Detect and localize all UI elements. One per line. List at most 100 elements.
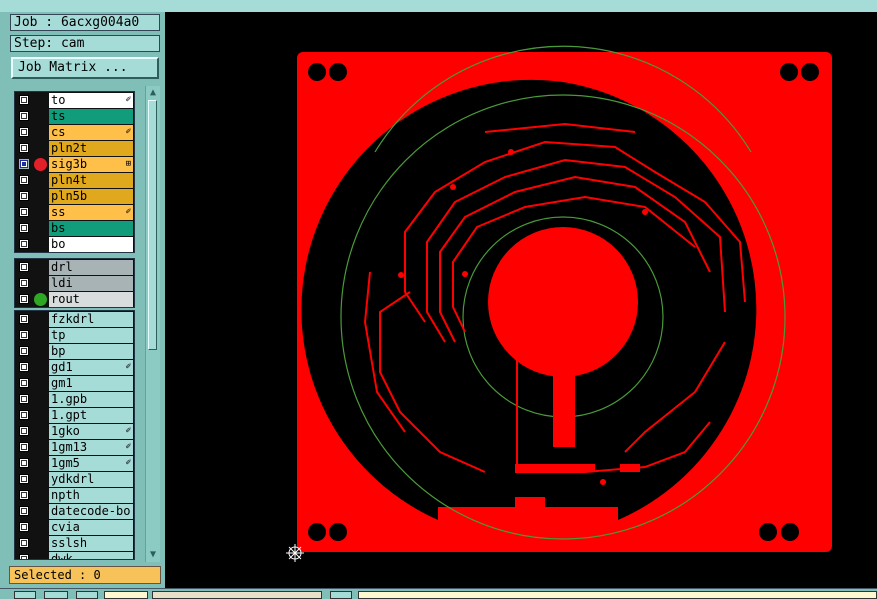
layer-row[interactable]: ldi	[15, 275, 134, 291]
layer-row[interactable]: drl	[15, 259, 134, 275]
layer-checkbox[interactable]	[19, 378, 29, 388]
layer-name[interactable]: 1gm13 ✐	[49, 440, 133, 455]
layer-name[interactable]: datecode-bo	[49, 504, 133, 519]
layer-checkbox[interactable]	[19, 159, 29, 169]
layer-checkbox[interactable]	[19, 394, 29, 404]
layer-row[interactable]: npth	[15, 487, 134, 503]
layer-row[interactable]: pln5b	[15, 188, 134, 204]
layer-checkbox[interactable]	[19, 111, 29, 121]
layer-row[interactable]: pln4t	[15, 172, 134, 188]
layer-checkbox[interactable]	[19, 95, 29, 105]
layer-checkbox[interactable]	[19, 223, 29, 233]
mounting-hole	[801, 63, 819, 81]
layer-row[interactable]: ss ✐	[15, 204, 134, 220]
layer-name[interactable]: 1.gpt	[49, 408, 133, 423]
layer-checkbox[interactable]	[19, 191, 29, 201]
layer-name[interactable]: sslsh	[49, 536, 133, 551]
layer-name[interactable]: 1gko ✐	[49, 424, 133, 439]
graphics-canvas[interactable]	[165, 12, 877, 588]
layer-name[interactable]: npth	[49, 488, 133, 503]
layer-row[interactable]: 1gko ✐	[15, 423, 134, 439]
layer-checkbox[interactable]	[19, 143, 29, 153]
layer-row[interactable]: sslsh	[15, 535, 134, 551]
layer-name[interactable]: sig3b ⊞	[49, 157, 133, 172]
scrollbar-thumb[interactable]	[148, 100, 157, 350]
layer-name[interactable]: ldi	[49, 276, 133, 291]
layer-row[interactable]: rout	[15, 291, 134, 307]
layer-name[interactable]: pln4t	[49, 173, 133, 188]
step-name-field: Step: cam	[10, 35, 160, 52]
layer-name[interactable]: gm1	[49, 376, 133, 391]
layer-name[interactable]: pln2t	[49, 141, 133, 156]
layer-checkbox[interactable]	[19, 426, 29, 436]
layer-checkbox[interactable]	[19, 175, 29, 185]
layer-name[interactable]: to ✐	[49, 93, 133, 108]
layer-row[interactable]: 1gm13 ✐	[15, 439, 134, 455]
layer-name[interactable]: bo	[49, 237, 133, 252]
layer-checkbox[interactable]	[19, 474, 29, 484]
layer-name[interactable]: fzkdrl	[49, 312, 133, 327]
layer-name[interactable]: bs	[49, 221, 133, 236]
layer-list-scrollbar[interactable]: ▲ ▼	[145, 86, 160, 562]
layer-checkbox[interactable]	[19, 262, 29, 272]
layer-name[interactable]: ss ✐	[49, 205, 133, 220]
arrow-up-icon[interactable]: ▲	[147, 88, 159, 98]
layer-name[interactable]: rout	[49, 292, 133, 307]
layer-name[interactable]: cvia	[49, 520, 133, 535]
layer-checkbox[interactable]	[19, 458, 29, 468]
via	[398, 272, 404, 278]
layer-row[interactable]: bp	[15, 343, 134, 359]
layer-row[interactable]: pln2t	[15, 140, 134, 156]
layer-row[interactable]: gd1 ✐	[15, 359, 134, 375]
layer-name[interactable]: bp	[49, 344, 133, 359]
layer-name[interactable]: pln5b	[49, 189, 133, 204]
layer-checkbox[interactable]	[19, 362, 29, 372]
layer-row[interactable]: 1.gpb	[15, 391, 134, 407]
layer-row[interactable]: datecode-bo	[15, 503, 134, 519]
layer-name[interactable]: gd1 ✐	[49, 360, 133, 375]
layer-row[interactable]: gm1	[15, 375, 134, 391]
layer-checkbox[interactable]	[19, 442, 29, 452]
layer-row[interactable]: cvia	[15, 519, 134, 535]
layer-row[interactable]: tp	[15, 327, 134, 343]
layer-checkbox[interactable]	[19, 554, 29, 559]
layer-checkbox[interactable]	[19, 330, 29, 340]
layer-checkbox[interactable]	[19, 278, 29, 288]
layer-name[interactable]: 1.gpb	[49, 392, 133, 407]
layer-name[interactable]: tp	[49, 328, 133, 343]
layer-row[interactable]: dwk	[15, 551, 134, 559]
job-matrix-button[interactable]: Job Matrix ...	[11, 57, 159, 79]
layer-name[interactable]: cs ✐	[49, 125, 133, 140]
layer-name[interactable]: 1gm5 ✐	[49, 456, 133, 471]
layer-row[interactable]: to ✐	[15, 92, 134, 108]
layer-name[interactable]: ydkdrl	[49, 472, 133, 487]
checkbox-inner	[21, 177, 27, 183]
layer-row[interactable]: cs ✐	[15, 124, 134, 140]
layer-checkbox[interactable]	[19, 490, 29, 500]
layer-row[interactable]: sig3b ⊞	[15, 156, 134, 172]
layer-row[interactable]: fzkdrl	[15, 311, 134, 327]
layer-display-dot-icon[interactable]	[34, 158, 47, 171]
layer-checkbox[interactable]	[19, 346, 29, 356]
layer-name[interactable]: dwk	[49, 552, 133, 559]
layer-checkbox[interactable]	[19, 207, 29, 217]
layer-row[interactable]: bs	[15, 220, 134, 236]
layer-row[interactable]: 1gm5 ✐	[15, 455, 134, 471]
layer-checkbox[interactable]	[19, 127, 29, 137]
layer-name[interactable]: ts	[49, 109, 133, 124]
layer-checkbox[interactable]	[19, 239, 29, 249]
layer-checkbox[interactable]	[19, 522, 29, 532]
layer-row[interactable]: 1.gpt	[15, 407, 134, 423]
layer-checkbox[interactable]	[19, 410, 29, 420]
layer-row[interactable]: ts	[15, 108, 134, 124]
layer-row[interactable]: bo	[15, 236, 134, 252]
arrow-down-icon[interactable]: ▼	[147, 550, 159, 560]
layer-row[interactable]: ydkdrl	[15, 471, 134, 487]
layer-checkbox[interactable]	[19, 506, 29, 516]
layer-checkbox[interactable]	[19, 314, 29, 324]
layer-name[interactable]: drl	[49, 260, 133, 275]
layer-name-text: ts	[51, 109, 66, 123]
layer-display-dot-icon[interactable]	[34, 293, 47, 306]
layer-checkbox[interactable]	[19, 538, 29, 548]
layer-checkbox[interactable]	[19, 294, 29, 304]
